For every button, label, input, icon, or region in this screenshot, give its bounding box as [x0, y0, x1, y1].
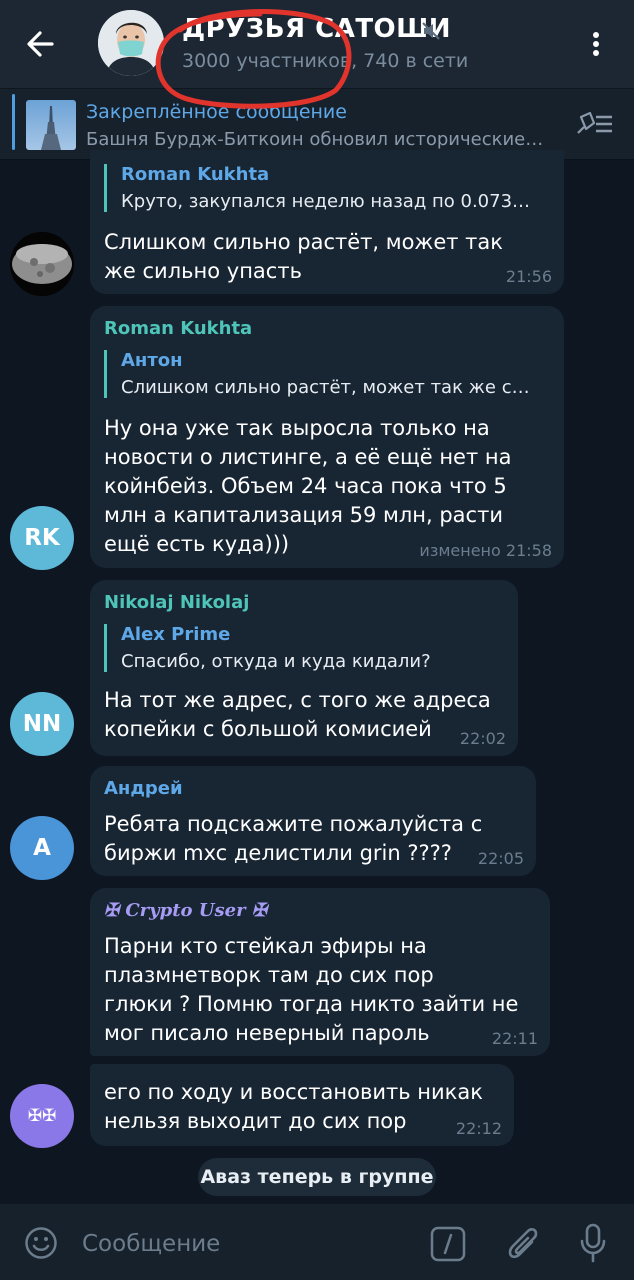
more-options-button[interactable] — [584, 26, 608, 62]
microphone-icon — [580, 1223, 606, 1263]
message-input[interactable] — [80, 1226, 404, 1262]
message-text: Парни кто стейкал эфиры на плазмнетворк … — [104, 934, 519, 1045]
pinned-list-button[interactable] — [572, 109, 616, 139]
voice-record-button[interactable] — [578, 1222, 608, 1264]
reply-preview[interactable]: Roman Kukhta Круто, закупался неделю наз… — [104, 164, 551, 212]
avatar[interactable] — [10, 232, 74, 296]
reply-quote: Слишком сильно растёт, может так же с… — [121, 377, 530, 398]
message-bubble[interactable]: Roman Kukhta Круто, закупался неделю наз… — [90, 150, 564, 294]
message-bubble[interactable]: Roman Kukhta Антон Слишком сильно растёт… — [90, 306, 564, 568]
reply-author: Alex Prime — [121, 624, 231, 645]
message-time: изменено 21:58 — [419, 541, 552, 560]
sender-name[interactable]: ✠ Crypto User ✠ — [104, 900, 267, 921]
arrow-left-icon — [27, 31, 54, 57]
back-button[interactable] — [22, 26, 62, 62]
attach-button[interactable] — [506, 1224, 540, 1264]
chat-header: ДРУЗЬЯ САТОШИ 3000 участников, 740 в сет… — [0, 0, 634, 88]
message-text: На тот же адрес, с того же адреса копейк… — [104, 688, 491, 741]
message-bubble[interactable]: его по ходу и восстановить никак нельзя … — [90, 1064, 514, 1146]
message-bubble[interactable]: ✠ Crypto User ✠ Парни кто стейкал эфиры … — [90, 888, 550, 1056]
chat-member-count: 3000 участников, 740 в сети — [182, 50, 469, 72]
moon-avatar-icon — [10, 232, 74, 296]
message-bubble[interactable]: Nikolaj Nikolaj Alex Prime Спасибо, отку… — [90, 580, 518, 756]
avatar[interactable]: ✠✠ — [10, 1084, 74, 1148]
message-time: 22:05 — [477, 849, 524, 868]
more-vertical-icon — [593, 32, 599, 56]
pinned-preview: Башня Бурдж-Биткоин обновил исторические… — [86, 129, 544, 150]
paperclip-icon — [508, 1228, 538, 1259]
chat-title[interactable]: ДРУЗЬЯ САТОШИ — [182, 14, 451, 44]
muted-speaker-icon — [422, 22, 440, 40]
avatar[interactable]: RK — [10, 506, 74, 570]
sender-name[interactable]: Nikolaj Nikolaj — [104, 592, 249, 613]
message-text: Ребята подскажите пожалуйста с биржи mxc… — [104, 812, 483, 865]
bot-commands-button[interactable] — [430, 1226, 466, 1262]
pinned-title: Закреплённое сообщение — [86, 101, 347, 123]
emoji-button[interactable] — [24, 1226, 58, 1260]
pinned-indicator — [12, 94, 15, 150]
reply-preview[interactable]: Alex Prime Спасибо, откуда и куда кидали… — [104, 624, 511, 672]
message-time: 22:11 — [491, 1029, 538, 1048]
emoji-icon — [25, 1227, 57, 1259]
avatar[interactable]: A — [10, 816, 74, 880]
avatar[interactable]: NN — [10, 692, 74, 756]
reply-quote: Круто, закупался неделю назад по 0.073… — [121, 191, 531, 212]
message-bubble[interactable]: Андрей Ребята подскажите пожалуйста с би… — [90, 766, 536, 876]
chat-avatar[interactable] — [98, 10, 164, 76]
service-message: Аваз теперь в группе — [198, 1158, 436, 1196]
message-time: 21:56 — [505, 267, 552, 286]
pin-list-icon — [577, 111, 612, 134]
chat-avatar-image — [98, 10, 164, 76]
reply-author: Roman Kukhta — [121, 164, 270, 185]
message-composer — [0, 1204, 634, 1280]
sender-name[interactable]: Roman Kukhta — [104, 318, 252, 339]
reply-author: Антон — [121, 350, 183, 371]
reply-quote: Спасибо, откуда и куда кидали? — [121, 651, 431, 672]
slash-command-icon — [430, 1226, 466, 1262]
message-text: его по ходу и восстановить никак нельзя … — [104, 1080, 483, 1133]
sender-name[interactable]: Андрей — [104, 778, 183, 799]
message-text: Слишком сильно растёт, может так же силь… — [104, 230, 503, 283]
message-text: Ну она уже так выросла только на новости… — [104, 416, 512, 556]
reply-preview[interactable]: Антон Слишком сильно растёт, может так ж… — [104, 350, 551, 398]
message-time: 22:12 — [455, 1119, 502, 1138]
message-time: 22:02 — [459, 729, 506, 748]
pinned-thumbnail — [26, 100, 76, 150]
